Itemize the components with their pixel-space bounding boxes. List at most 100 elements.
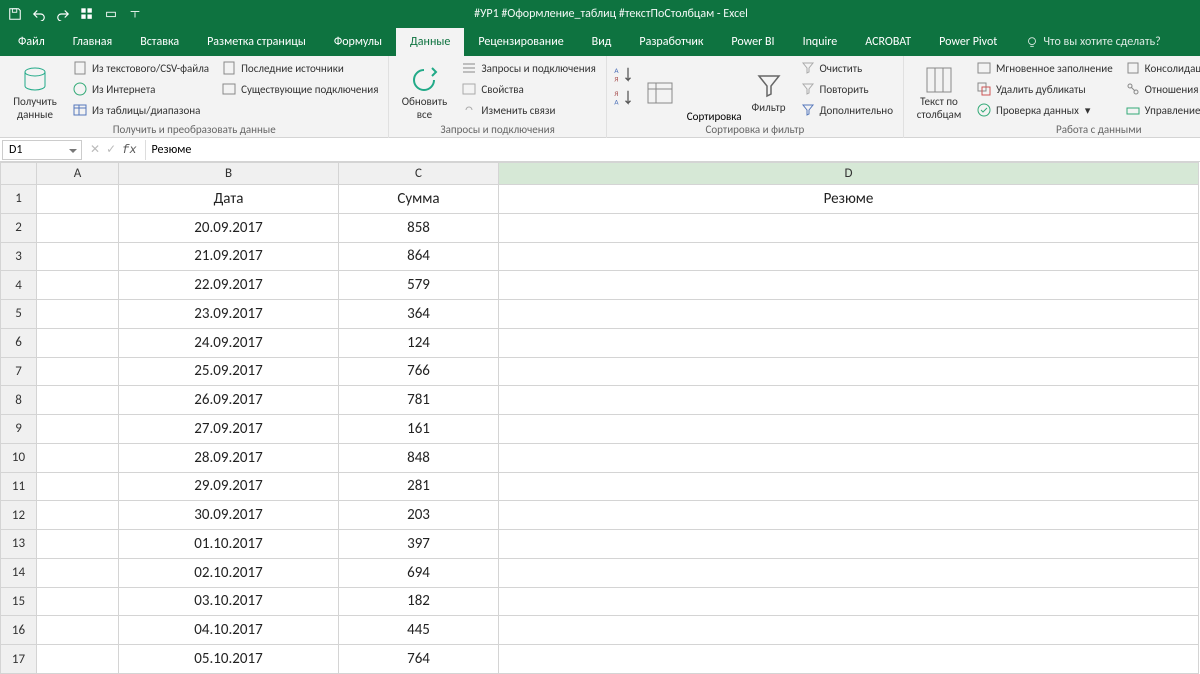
from-web-button[interactable]: Из Интернета bbox=[68, 79, 213, 99]
cell[interactable] bbox=[37, 645, 119, 674]
cell[interactable] bbox=[499, 213, 1199, 242]
row-header[interactable]: 3 bbox=[1, 242, 37, 271]
cell[interactable]: Резюме bbox=[499, 185, 1199, 214]
cell[interactable]: 04.10.2017 bbox=[119, 616, 339, 645]
tab-formulas[interactable]: Формулы bbox=[320, 28, 396, 56]
cell[interactable]: 445 bbox=[339, 616, 499, 645]
row-header[interactable]: 16 bbox=[1, 616, 37, 645]
select-all-corner[interactable] bbox=[1, 163, 37, 185]
cell[interactable] bbox=[499, 472, 1199, 501]
enter-icon[interactable]: ✓ bbox=[106, 142, 116, 157]
table-row[interactable]: 1503.10.2017182 bbox=[1, 587, 1199, 616]
col-D[interactable]: D bbox=[499, 163, 1199, 185]
row-header[interactable]: 12 bbox=[1, 501, 37, 530]
tab-acrobat[interactable]: ACROBAT bbox=[851, 28, 925, 56]
cell[interactable] bbox=[499, 357, 1199, 386]
cell[interactable]: 25.09.2017 bbox=[119, 357, 339, 386]
reapply-button[interactable]: Повторить bbox=[796, 79, 897, 99]
table-row[interactable]: 826.09.2017781 bbox=[1, 386, 1199, 415]
cell[interactable]: 22.09.2017 bbox=[119, 271, 339, 300]
row-header[interactable]: 15 bbox=[1, 587, 37, 616]
tab-home[interactable]: Главная bbox=[59, 28, 126, 56]
table-row[interactable]: 624.09.2017124 bbox=[1, 328, 1199, 357]
cell[interactable]: 124 bbox=[339, 328, 499, 357]
table-row[interactable]: 17 05.10.2017764 bbox=[1, 645, 1199, 674]
cancel-icon[interactable]: ✕ bbox=[90, 142, 100, 157]
table-row[interactable]: 10 28.09.2017848 bbox=[1, 443, 1199, 472]
row-header[interactable]: 7 bbox=[1, 357, 37, 386]
cell[interactable]: 26.09.2017 bbox=[119, 386, 339, 415]
row-header[interactable]: 17 bbox=[1, 645, 37, 674]
cell[interactable]: 28.09.2017 bbox=[119, 443, 339, 472]
cell[interactable] bbox=[37, 300, 119, 329]
table-row[interactable]: 725.09.2017766 bbox=[1, 357, 1199, 386]
tab-powerpivot[interactable]: Power Pivot bbox=[925, 28, 1011, 56]
cell[interactable] bbox=[499, 443, 1199, 472]
save-icon[interactable] bbox=[4, 3, 26, 25]
cell[interactable]: 848 bbox=[339, 443, 499, 472]
sort-az-icon[interactable]: АЯ bbox=[613, 64, 633, 84]
row-header[interactable]: 8 bbox=[1, 386, 37, 415]
cell[interactable] bbox=[37, 558, 119, 587]
cell[interactable]: 21.09.2017 bbox=[119, 242, 339, 271]
cell[interactable]: 864 bbox=[339, 242, 499, 271]
cell[interactable] bbox=[499, 616, 1199, 645]
cell[interactable] bbox=[499, 415, 1199, 444]
row-header[interactable]: 10 bbox=[1, 443, 37, 472]
tab-insert[interactable]: Вставка bbox=[126, 28, 193, 56]
cell[interactable]: 29.09.2017 bbox=[119, 472, 339, 501]
data-model-button[interactable]: Управление моделью данных bbox=[1121, 100, 1200, 120]
table-row[interactable]: 220.09.2017858 bbox=[1, 213, 1199, 242]
cell[interactable] bbox=[499, 558, 1199, 587]
relationships-button[interactable]: Отношения bbox=[1121, 79, 1200, 99]
table-row[interactable]: 3 21.09.2017864 bbox=[1, 242, 1199, 271]
cell[interactable]: 05.10.2017 bbox=[119, 645, 339, 674]
edit-links-button[interactable]: Изменить связи bbox=[457, 100, 599, 120]
cell[interactable]: 27.09.2017 bbox=[119, 415, 339, 444]
cell[interactable]: 03.10.2017 bbox=[119, 587, 339, 616]
advanced-filter-button[interactable]: Дополнительно bbox=[796, 100, 897, 120]
tab-developer[interactable]: Разработчик bbox=[625, 28, 717, 56]
cell[interactable] bbox=[499, 645, 1199, 674]
cell[interactable]: 858 bbox=[339, 213, 499, 242]
cell[interactable]: Сумма bbox=[339, 185, 499, 214]
cell[interactable]: 579 bbox=[339, 271, 499, 300]
redo-icon[interactable] bbox=[52, 3, 74, 25]
text-to-columns-button[interactable]: Текст по столбцам bbox=[910, 58, 968, 123]
recent-sources-button[interactable]: Последние источники bbox=[217, 58, 382, 78]
cell[interactable]: 23.09.2017 bbox=[119, 300, 339, 329]
cell[interactable] bbox=[37, 472, 119, 501]
cell[interactable] bbox=[37, 501, 119, 530]
cell[interactable] bbox=[499, 271, 1199, 300]
cell[interactable] bbox=[37, 271, 119, 300]
cell[interactable]: 24.09.2017 bbox=[119, 328, 339, 357]
from-range-button[interactable]: Из таблицы/диапазона bbox=[68, 100, 213, 120]
formula-input[interactable]: Резюме bbox=[145, 140, 1200, 160]
col-A[interactable]: A bbox=[37, 163, 119, 185]
name-box[interactable]: D1 bbox=[2, 140, 82, 160]
row-header[interactable]: 1 bbox=[1, 185, 37, 214]
get-data-button[interactable]: Получить данные bbox=[6, 58, 64, 123]
cell[interactable] bbox=[37, 587, 119, 616]
table-row[interactable]: 422.09.2017579 bbox=[1, 271, 1199, 300]
cell[interactable] bbox=[37, 530, 119, 559]
consolidate-button[interactable]: Консолидация bbox=[1121, 58, 1200, 78]
undo-icon[interactable] bbox=[28, 3, 50, 25]
cell[interactable] bbox=[499, 530, 1199, 559]
cell[interactable]: 764 bbox=[339, 645, 499, 674]
cell[interactable]: 281 bbox=[339, 472, 499, 501]
sheet-table[interactable]: A B C D 1ДатаСуммаРезюме220.09.201785832… bbox=[0, 162, 1199, 674]
cell[interactable] bbox=[499, 300, 1199, 329]
table-row[interactable]: 1301.10.2017397 bbox=[1, 530, 1199, 559]
qat-icon-2[interactable] bbox=[100, 3, 122, 25]
sort-button[interactable] bbox=[637, 58, 683, 123]
tab-data[interactable]: Данные bbox=[396, 28, 464, 56]
cell[interactable]: 02.10.2017 bbox=[119, 558, 339, 587]
cell[interactable] bbox=[37, 328, 119, 357]
sort-za-icon[interactable]: ЯА bbox=[613, 87, 633, 107]
tab-review[interactable]: Рецензирование bbox=[464, 28, 577, 56]
col-C[interactable]: C bbox=[339, 163, 499, 185]
cell[interactable]: 694 bbox=[339, 558, 499, 587]
cell[interactable] bbox=[499, 328, 1199, 357]
cell[interactable]: 364 bbox=[339, 300, 499, 329]
